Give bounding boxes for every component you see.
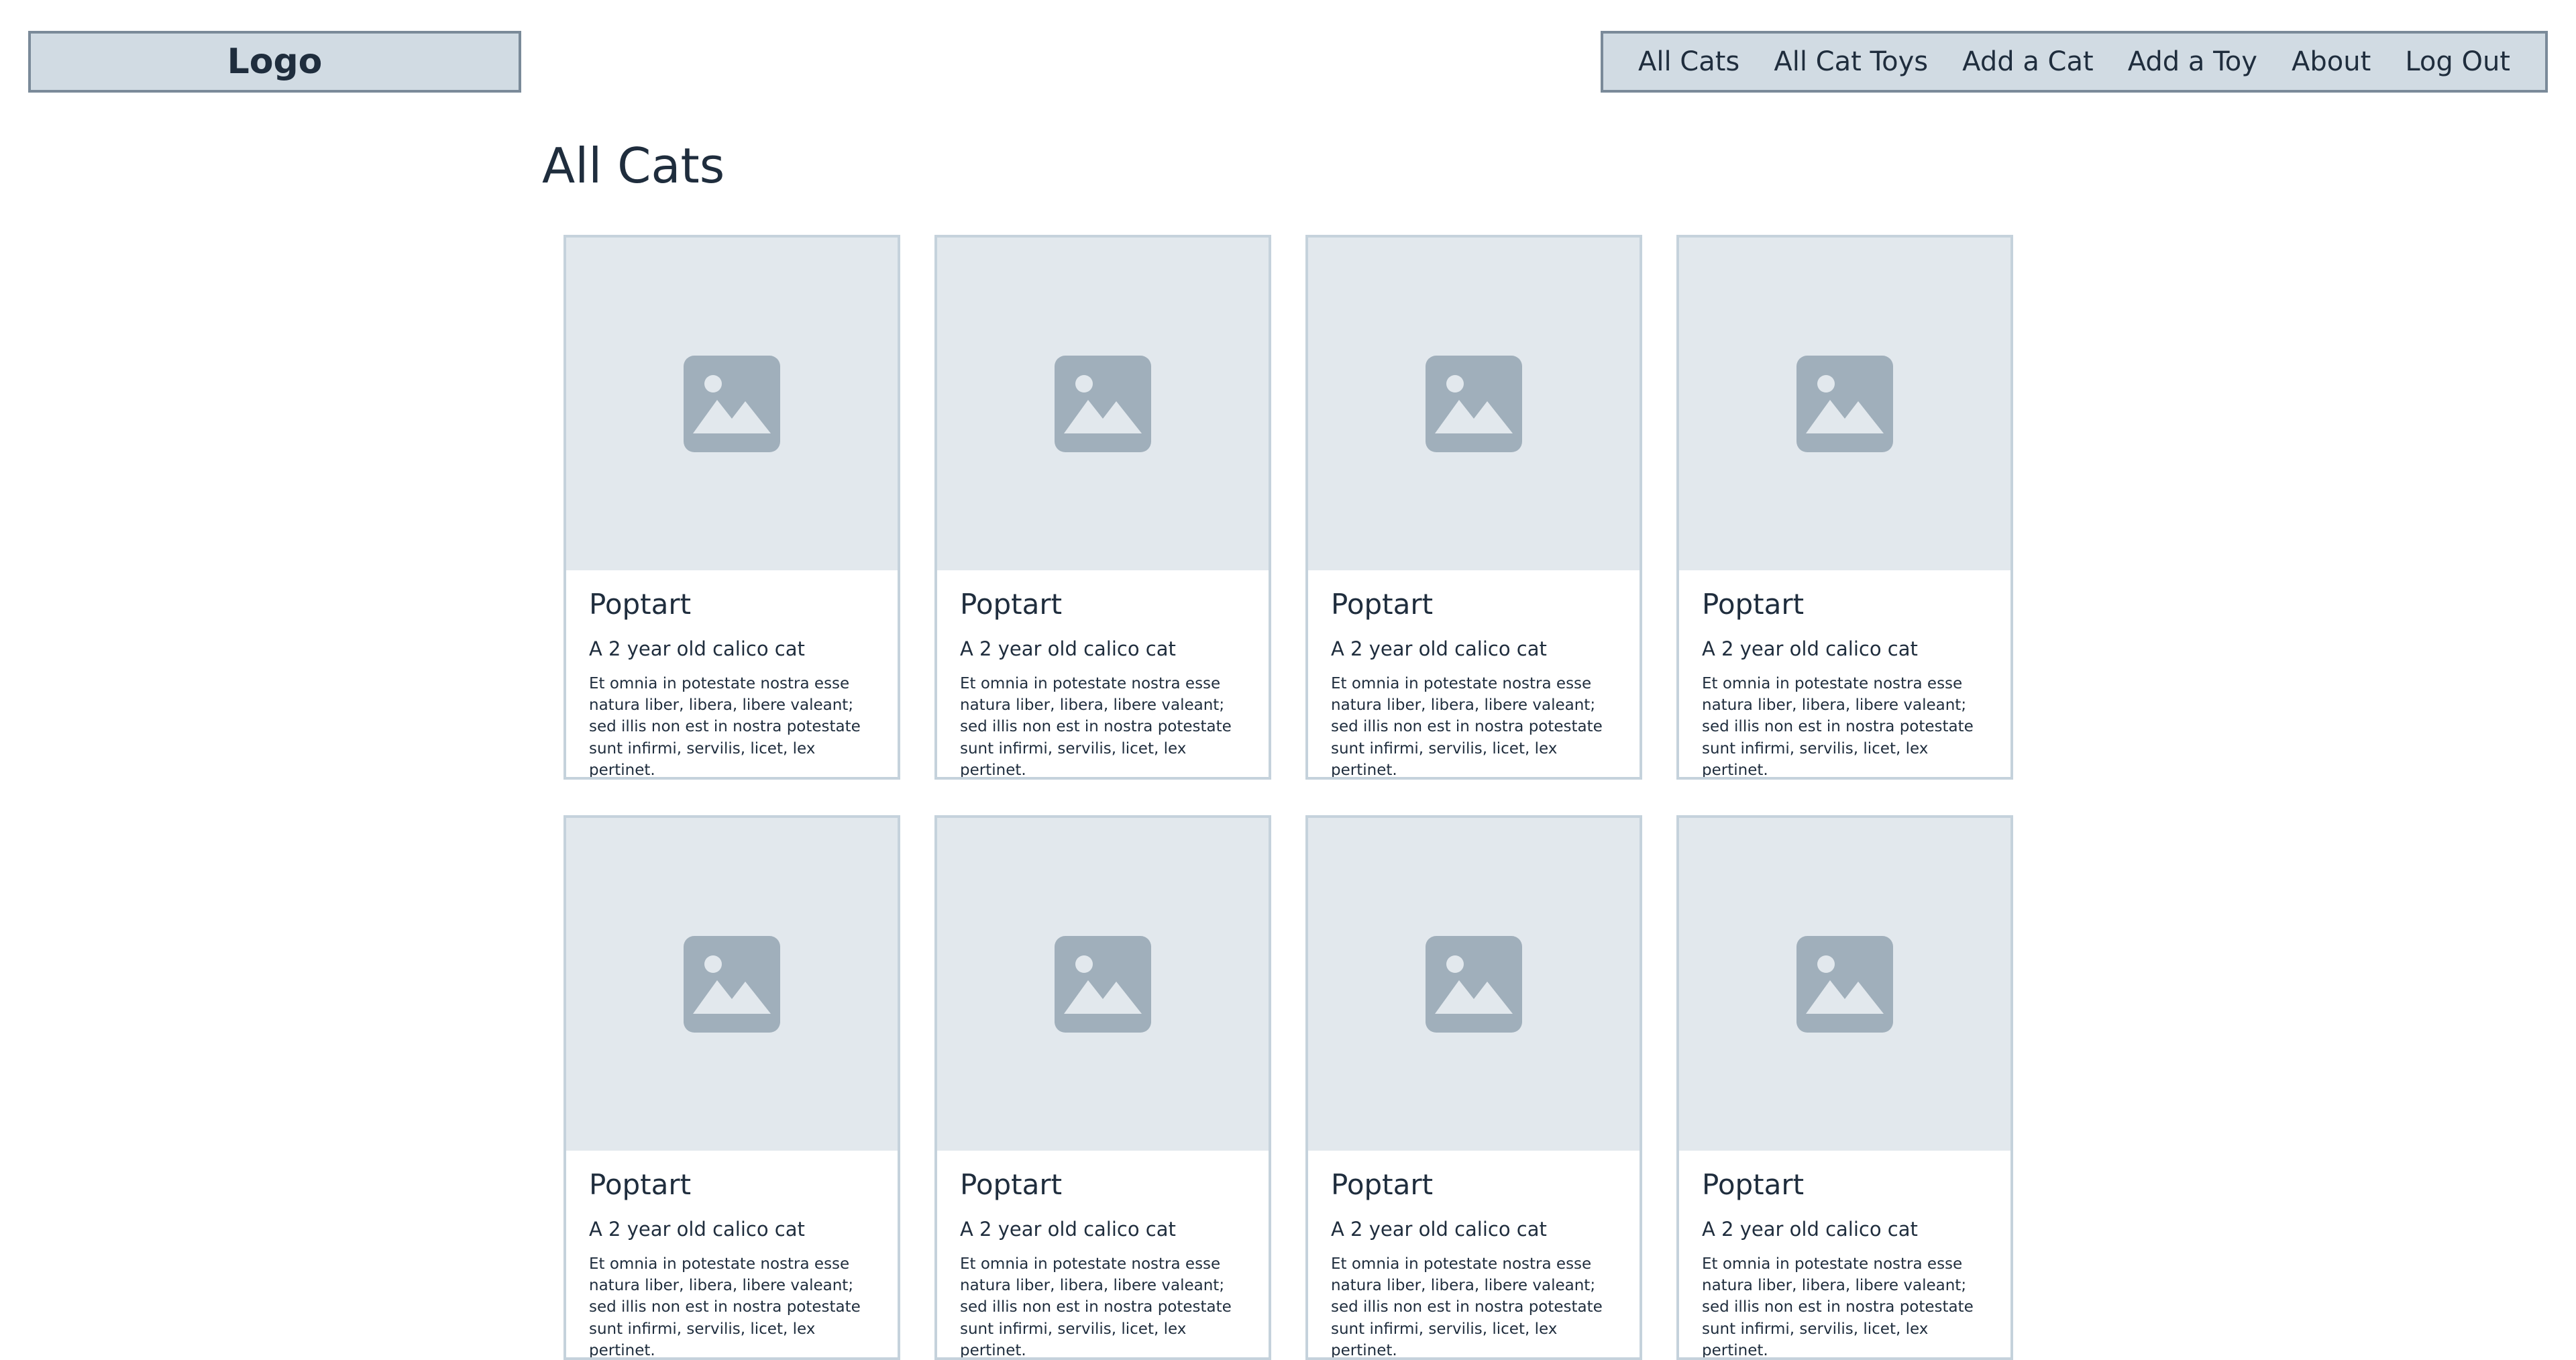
nav-add-a-cat[interactable]: Add a Cat [1962,46,2094,77]
image-placeholder-icon [1055,356,1151,452]
cat-description: Et omnia in potestate nostra esse natura… [1702,1255,1974,1359]
image-placeholder-icon [684,356,780,452]
cat-description: Et omnia in potestate nostra esse natura… [589,1255,861,1359]
main-nav: All Cats All Cat Toys Add a Cat Add a To… [1601,31,2548,93]
image-placeholder-icon [1055,936,1151,1033]
image-placeholder-icon [1796,936,1893,1033]
cat-card[interactable]: Poptart A 2 year old calico cat Et omnia… [934,815,1271,1360]
cat-image-placeholder [566,238,898,570]
image-placeholder-icon [1796,356,1893,452]
cat-subtitle: A 2 year old calico cat [1702,1218,1918,1241]
cat-name: Poptart [1331,588,1434,621]
cat-card[interactable]: Poptart A 2 year old calico cat Et omnia… [1305,235,1642,780]
cat-card[interactable]: Poptart A 2 year old calico cat Et omnia… [934,235,1271,780]
cat-subtitle: A 2 year old calico cat [1331,1218,1547,1241]
cat-description: Et omnia in potestate nostra esse natura… [1331,674,1603,779]
image-placeholder-icon [1426,936,1522,1033]
cat-image-placeholder [1308,238,1640,570]
cat-image-placeholder [1308,818,1640,1151]
cat-name: Poptart [589,588,692,621]
cat-name: Poptart [589,1168,692,1201]
cat-card[interactable]: Poptart A 2 year old calico cat Et omnia… [1676,815,2013,1360]
cat-image-placeholder [937,818,1269,1151]
cat-description: Et omnia in potestate nostra esse natura… [960,674,1232,779]
cat-card-grid: Poptart A 2 year old calico cat Et omnia… [564,235,2014,1360]
image-placeholder-icon [684,936,780,1033]
cat-name: Poptart [960,588,1063,621]
cat-description: Et omnia in potestate nostra esse natura… [1331,1255,1603,1359]
cat-description: Et omnia in potestate nostra esse natura… [960,1255,1232,1359]
cat-subtitle: A 2 year old calico cat [589,637,805,661]
cat-name: Poptart [960,1168,1063,1201]
nav-about[interactable]: About [2292,46,2371,77]
nav-all-cats[interactable]: All Cats [1638,46,1739,77]
cat-image-placeholder [1679,818,2010,1151]
page-title: All Cats [542,138,725,194]
cat-name: Poptart [1702,588,1805,621]
cat-subtitle: A 2 year old calico cat [589,1218,805,1241]
cat-card[interactable]: Poptart A 2 year old calico cat Et omnia… [1676,235,2013,780]
cat-subtitle: A 2 year old calico cat [960,1218,1176,1241]
cat-name: Poptart [1702,1168,1805,1201]
cat-subtitle: A 2 year old calico cat [1331,637,1547,661]
cat-subtitle: A 2 year old calico cat [1702,637,1918,661]
cat-card[interactable]: Poptart A 2 year old calico cat Et omnia… [564,815,900,1360]
cat-card[interactable]: Poptart A 2 year old calico cat Et omnia… [564,235,900,780]
cat-image-placeholder [566,818,898,1151]
cat-description: Et omnia in potestate nostra esse natura… [1702,674,1974,779]
cat-card[interactable]: Poptart A 2 year old calico cat Et omnia… [1305,815,1642,1360]
nav-log-out[interactable]: Log Out [2405,46,2510,77]
image-placeholder-icon [1426,356,1522,452]
cat-subtitle: A 2 year old calico cat [960,637,1176,661]
cat-image-placeholder [1679,238,2010,570]
nav-all-cat-toys[interactable]: All Cat Toys [1774,46,1928,77]
logo[interactable]: Logo [28,31,521,93]
cat-image-placeholder [937,238,1269,570]
cat-name: Poptart [1331,1168,1434,1201]
cat-description: Et omnia in potestate nostra esse natura… [589,674,861,779]
nav-add-a-toy[interactable]: Add a Toy [2128,46,2257,77]
